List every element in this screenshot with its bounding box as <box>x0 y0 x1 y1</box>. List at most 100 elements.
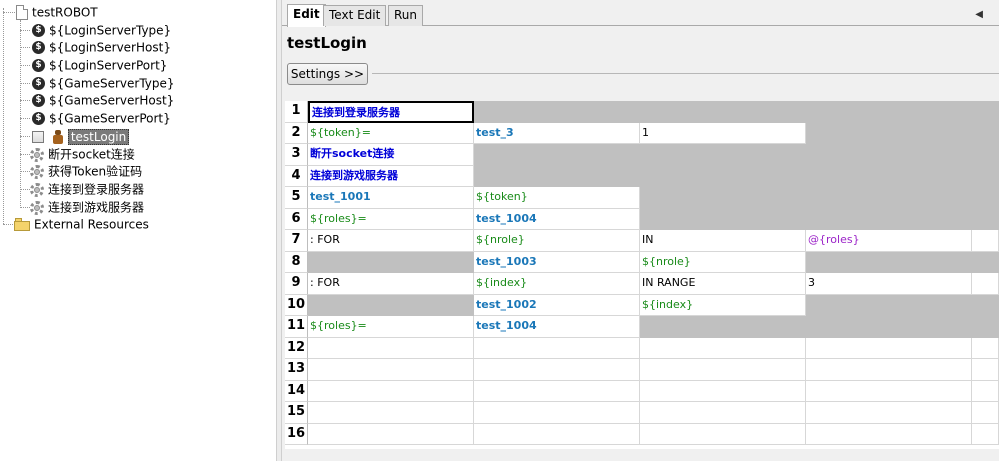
grid-cell[interactable] <box>972 423 999 445</box>
grid-cell-empty[interactable] <box>640 165 806 187</box>
grid-cell[interactable] <box>806 380 972 402</box>
grid-cell[interactable]: test_1004 <box>474 316 640 338</box>
grid-cell[interactable]: IN <box>640 230 806 252</box>
grid-cell-empty[interactable] <box>474 144 640 166</box>
tree-item-variable[interactable]: $ ${LoginServerHost} <box>32 38 171 56</box>
grid-cell-empty[interactable] <box>972 316 999 338</box>
grid-cell-empty[interactable] <box>806 208 972 230</box>
grid-cell[interactable] <box>474 402 640 424</box>
grid-cell[interactable] <box>972 273 999 295</box>
grid-cell[interactable]: IN RANGE <box>640 273 806 295</box>
grid-cell[interactable] <box>308 402 474 424</box>
grid-cell-empty[interactable] <box>474 101 640 123</box>
grid-cell-empty[interactable] <box>972 165 999 187</box>
tree-item-variable[interactable]: $ ${LoginServerPort} <box>32 56 167 74</box>
grid-cell-empty[interactable] <box>972 187 999 209</box>
grid-cell[interactable]: 连接到登录服务器 <box>308 101 474 123</box>
grid-cell-empty[interactable] <box>806 101 972 123</box>
tree-item-root[interactable]: testROBOT <box>16 3 98 21</box>
grid-cell-empty[interactable] <box>308 294 474 316</box>
grid-cell-empty[interactable] <box>972 122 999 144</box>
grid-cell-empty[interactable] <box>806 316 972 338</box>
grid-cell-empty[interactable] <box>972 144 999 166</box>
grid-cell[interactable]: test_1004 <box>474 208 640 230</box>
grid-cell-empty[interactable] <box>972 251 999 273</box>
row-number[interactable]: 3 <box>285 144 308 166</box>
grid-cell[interactable]: test_1002 <box>474 294 640 316</box>
grid-cell[interactable]: test_3 <box>474 122 640 144</box>
grid-cell[interactable]: ${roles}= <box>308 316 474 338</box>
tree-item-external-resources[interactable]: External Resources <box>14 215 149 233</box>
grid-cell-empty[interactable] <box>640 101 806 123</box>
tree-item-keyword[interactable]: 连接到游戏服务器 <box>30 198 144 216</box>
row-number[interactable]: 7 <box>285 230 308 252</box>
grid-cell[interactable] <box>474 359 640 381</box>
row-number[interactable]: 1 <box>285 101 308 123</box>
grid-cell[interactable]: test_1003 <box>474 251 640 273</box>
grid-cell-empty[interactable] <box>806 294 972 316</box>
tab-run[interactable]: Run <box>388 5 424 26</box>
testcase-checkbox[interactable] <box>32 130 44 143</box>
grid-cell[interactable] <box>640 359 806 381</box>
grid-cell[interactable]: ${nrole} <box>640 251 806 273</box>
grid-cell-empty[interactable] <box>806 122 972 144</box>
grid-cell-empty[interactable] <box>806 251 972 273</box>
grid-cell[interactable] <box>308 380 474 402</box>
row-number[interactable]: 12 <box>285 337 308 359</box>
tree-item-variable[interactable]: $ ${GameServerPort} <box>32 109 171 127</box>
grid-cell[interactable]: : FOR <box>308 230 474 252</box>
tree-item-keyword[interactable]: 断开socket连接 <box>30 145 135 163</box>
grid-cell-empty[interactable] <box>474 165 640 187</box>
grid-cell[interactable]: 连接到游戏服务器 <box>308 165 474 187</box>
row-number[interactable]: 10 <box>285 294 308 316</box>
grid-cell[interactable] <box>972 402 999 424</box>
grid-cell[interactable] <box>806 423 972 445</box>
row-number[interactable]: 13 <box>285 359 308 381</box>
grid-cell[interactable]: ${index} <box>474 273 640 295</box>
row-number[interactable]: 6 <box>285 208 308 230</box>
grid-cell[interactable] <box>474 380 640 402</box>
tree-item-testcase[interactable]: testLogin <box>32 127 130 145</box>
grid-cell[interactable] <box>972 230 999 252</box>
grid-cell-empty[interactable] <box>972 294 999 316</box>
grid-cell-empty[interactable] <box>640 208 806 230</box>
grid-cell[interactable] <box>806 402 972 424</box>
grid-cell[interactable] <box>308 423 474 445</box>
tab-scroll-left-icon[interactable]: ◀ <box>975 9 983 20</box>
row-number[interactable]: 14 <box>285 380 308 402</box>
grid-cell[interactable]: 断开socket连接 <box>308 144 474 166</box>
grid-cell[interactable] <box>640 423 806 445</box>
grid-cell[interactable] <box>640 402 806 424</box>
grid-cell[interactable]: @{roles} <box>806 230 972 252</box>
grid-cell[interactable] <box>640 380 806 402</box>
grid-cell[interactable]: : FOR <box>308 273 474 295</box>
tab-text-edit[interactable]: Text Edit <box>323 5 387 26</box>
grid-cell[interactable]: test_1001 <box>308 187 474 209</box>
tree-item-variable[interactable]: $ ${GameServerType} <box>32 74 175 92</box>
grid-cell-empty[interactable] <box>640 316 806 338</box>
grid-cell[interactable]: 1 <box>640 122 806 144</box>
grid-cell[interactable]: ${roles}= <box>308 208 474 230</box>
grid-cell[interactable] <box>474 337 640 359</box>
grid-cell[interactable] <box>972 337 999 359</box>
grid-cell[interactable] <box>308 337 474 359</box>
row-number[interactable]: 16 <box>285 423 308 445</box>
grid-cell-empty[interactable] <box>806 144 972 166</box>
grid-cell-empty[interactable] <box>640 144 806 166</box>
settings-toggle-button[interactable]: Settings >> <box>287 63 368 85</box>
row-number[interactable]: 8 <box>285 251 308 273</box>
row-number[interactable]: 5 <box>285 187 308 209</box>
grid-cell-empty[interactable] <box>806 187 972 209</box>
tree-item-variable[interactable]: $ ${GameServerHost} <box>32 91 174 109</box>
grid-cell[interactable]: ${token}= <box>308 122 474 144</box>
row-number[interactable]: 4 <box>285 165 308 187</box>
grid-cell[interactable] <box>806 359 972 381</box>
grid-cell-empty[interactable] <box>308 251 474 273</box>
grid-cell-empty[interactable] <box>972 101 999 123</box>
grid-cell[interactable] <box>308 359 474 381</box>
grid-cell[interactable]: ${token} <box>474 187 640 209</box>
row-number[interactable]: 11 <box>285 316 308 338</box>
row-number[interactable]: 15 <box>285 402 308 424</box>
grid-cell[interactable]: ${index} <box>640 294 806 316</box>
row-number[interactable]: 9 <box>285 273 308 295</box>
